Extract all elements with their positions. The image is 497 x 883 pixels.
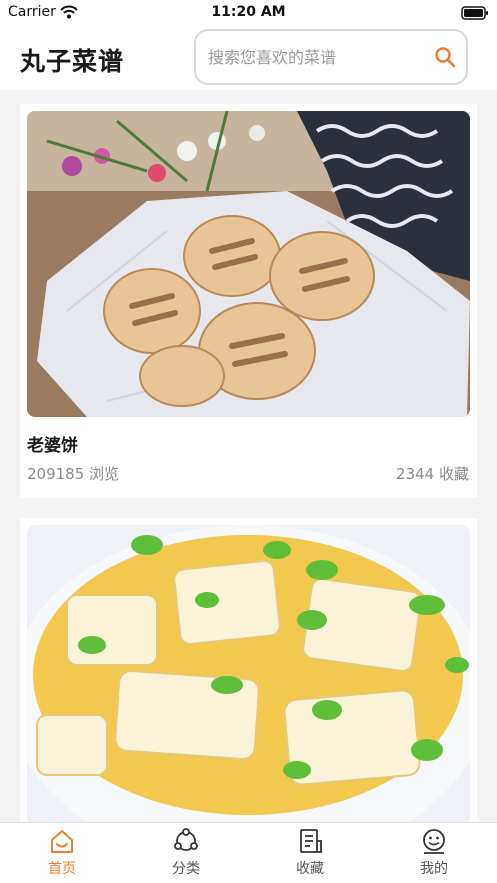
recipe-card[interactable]: 老婆饼 209185 浏览 2344 收藏 (20, 104, 477, 498)
recipe-views: 209185 浏览 (27, 465, 120, 483)
tab-home[interactable]: 首页 (0, 823, 124, 883)
battery-icon (461, 5, 489, 24)
status-time: 11:20 AM (211, 4, 286, 20)
app-header: 丸子菜谱 (0, 26, 497, 90)
tab-favorites-label: 收藏 (296, 861, 324, 877)
profile-icon (423, 829, 445, 854)
recipe-favorites: 2344 收藏 (396, 465, 469, 483)
category-icon (174, 828, 198, 851)
tab-profile-label: 我的 (420, 861, 448, 877)
recipe-card[interactable] (20, 518, 477, 822)
tab-category[interactable]: 分类 (124, 823, 248, 883)
tab-category-label: 分类 (172, 861, 200, 877)
status-bar: Carrier 11:20 AM (0, 0, 497, 26)
recipe-feed[interactable]: 老婆饼 209185 浏览 2344 收藏 (0, 90, 497, 822)
search-icon[interactable] (434, 46, 456, 68)
tab-favorites[interactable]: 收藏 (248, 823, 372, 883)
pastry-photo[interactable] (27, 111, 470, 417)
search-box[interactable] (194, 29, 468, 85)
favorites-icon (300, 829, 322, 853)
search-input[interactable] (208, 45, 428, 69)
tab-profile[interactable]: 我的 (372, 823, 496, 883)
tab-bar: 首页 分类 收藏 我的 (0, 822, 497, 883)
tab-home-label: 首页 (48, 861, 76, 877)
home-icon (51, 830, 73, 853)
recipe-title: 老婆饼 (27, 436, 78, 456)
app-title: 丸子菜谱 (20, 47, 125, 76)
tofu-egg-photo[interactable] (27, 525, 470, 822)
